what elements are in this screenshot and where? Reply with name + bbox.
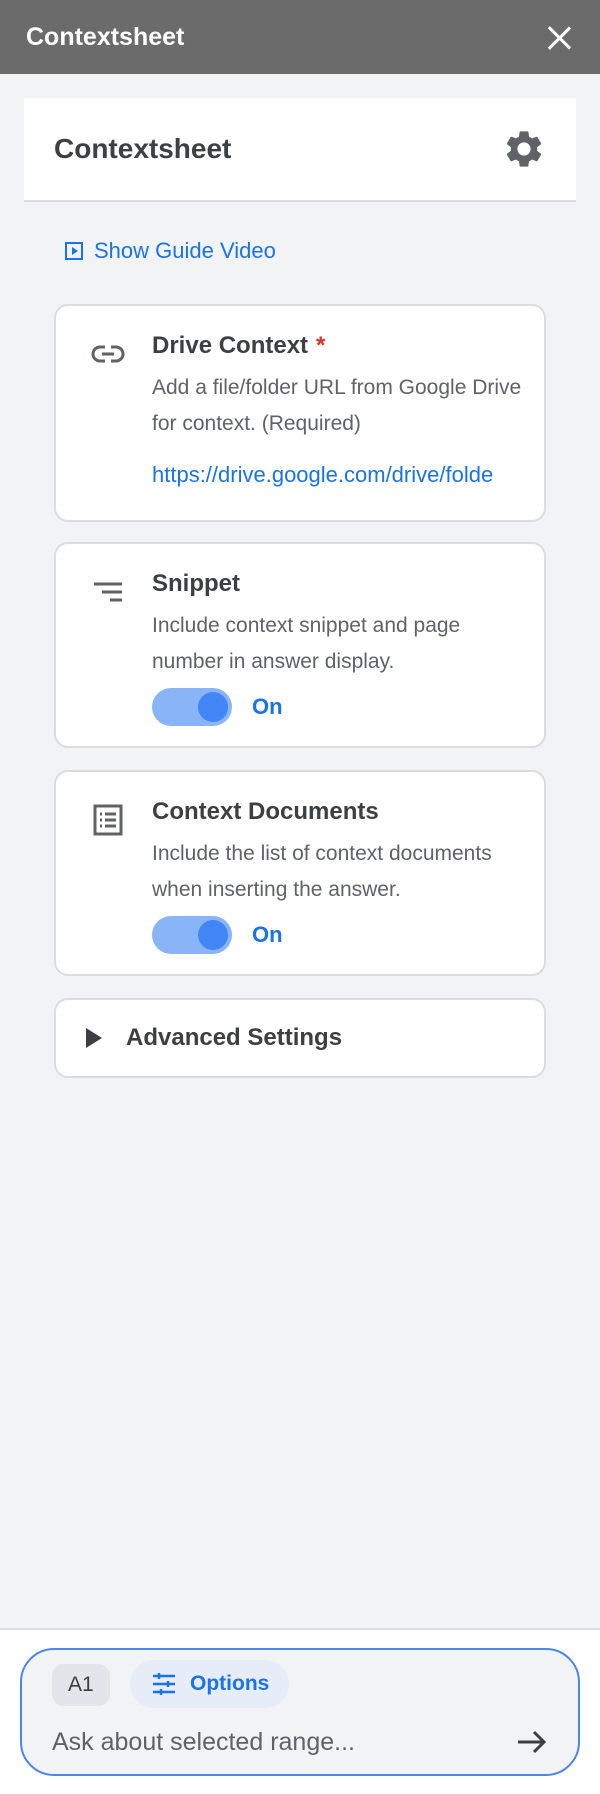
snippet-toggle[interactable] (152, 688, 232, 726)
ask-input[interactable] (52, 1724, 492, 1760)
drive-context-description: Add a file/folder URL from Google Drive … (152, 376, 522, 435)
sidebar-panel: Contextsheet Show Guide Video Drive Cont… (0, 74, 600, 1628)
expand-arrow-icon (86, 1028, 102, 1048)
link-icon (91, 345, 125, 363)
tune-icon (153, 1673, 175, 1695)
ask-composer: A1 Options (20, 1648, 580, 1776)
play-video-icon (65, 242, 83, 260)
drive-context-title: Drive Context * (152, 332, 325, 360)
context-documents-toggle[interactable] (152, 916, 232, 954)
toggle-knob (198, 692, 228, 722)
short-text-icon (94, 582, 122, 602)
drive-url-field[interactable]: https://drive.google.com/drive/folde (152, 462, 532, 488)
snippet-toggle-row: On (152, 688, 283, 726)
context-documents-toggle-label: On (252, 922, 283, 947)
composer-footer: A1 Options (0, 1628, 600, 1794)
required-mark: * (316, 332, 326, 359)
drive-context-title-text: Drive Context (152, 332, 309, 359)
drive-context-card: Drive Context * Add a file/folder URL fro… (54, 304, 546, 522)
context-documents-title: Context Documents (152, 798, 379, 825)
snippet-description: Include context snippet and page number … (152, 614, 461, 673)
arrow-forward-icon[interactable] (514, 1724, 550, 1760)
advanced-settings-label: Advanced Settings (126, 1024, 343, 1051)
list-document-icon (93, 804, 123, 836)
context-documents-toggle-row: On (152, 916, 283, 954)
context-documents-card: Context Documents Include the list of co… (54, 770, 546, 976)
guide-label: Show Guide Video (94, 238, 276, 263)
options-label: Options (190, 1672, 270, 1695)
header-card: Contextsheet (24, 98, 576, 202)
sidebar-title: Contextsheet (26, 22, 185, 51)
snippet-title: Snippet (152, 570, 240, 597)
advanced-settings-expander[interactable]: Advanced Settings (54, 998, 546, 1078)
sidebar-titlebar: Contextsheet (0, 0, 600, 74)
gear-icon[interactable] (502, 127, 546, 171)
toggle-knob (198, 920, 228, 950)
close-icon[interactable] (544, 22, 574, 52)
options-button[interactable]: Options (130, 1660, 290, 1708)
snippet-toggle-label: On (252, 694, 283, 719)
range-chip[interactable]: A1 (52, 1664, 110, 1706)
context-documents-description: Include the list of context documents wh… (152, 842, 492, 901)
snippet-card: Snippet Include context snippet and page… (54, 542, 546, 748)
page-title: Contextsheet (54, 133, 232, 164)
show-guide-video-link[interactable]: Show Guide Video (64, 238, 276, 264)
